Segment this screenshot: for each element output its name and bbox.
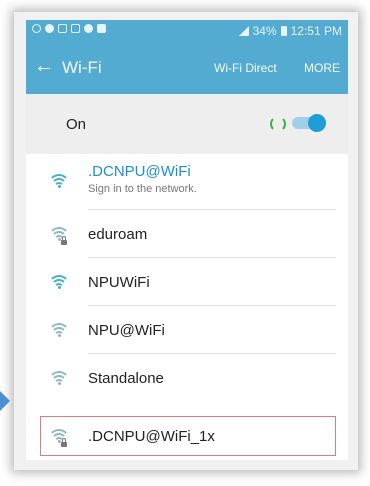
- toggle-knob: [308, 114, 326, 132]
- wifi-signal-icon: [48, 275, 70, 289]
- battery-icon: [280, 26, 287, 36]
- wifi-master-switch-row[interactable]: On: [26, 94, 348, 154]
- facebook-icon: [97, 24, 106, 33]
- page-title: Wi-Fi: [62, 58, 102, 77]
- signal-icon: [238, 26, 249, 36]
- wifi-signal-icon: [48, 174, 70, 188]
- chat-icon: [84, 24, 93, 33]
- status-bar: 34% 12:51 PM: [26, 20, 348, 42]
- network-list: .DCNPU@WiFi Sign in to the network. edur…: [26, 154, 348, 460]
- network-item-npu-at-wifi[interactable]: NPU@WiFi: [26, 306, 348, 354]
- wifi-state-label: On: [66, 116, 87, 133]
- app-bar: ← Wi-Fi Wi-Fi Direct MORE: [26, 42, 348, 94]
- pointer-arrow-icon: [0, 391, 10, 411]
- battery-percent: 34%: [252, 24, 277, 38]
- network-item-npuwifi[interactable]: NPUWiFi: [26, 258, 348, 306]
- lock-icon: [61, 438, 67, 447]
- arrow-back-icon[interactable]: ←: [34, 54, 54, 78]
- network-item-dcnpu-wifi-1x[interactable]: .DCNPU@WiFi_1x: [26, 416, 348, 456]
- wifi-toggle-switch[interactable]: [292, 114, 326, 132]
- network-item-standalone[interactable]: Standalone: [26, 354, 348, 402]
- network-name: Standalone: [88, 370, 164, 387]
- gallery-icon: [58, 24, 67, 33]
- more-button[interactable]: MORE: [304, 61, 340, 75]
- system-icons: 34% 12:51 PM: [238, 24, 342, 38]
- network-status: Sign in to the network.: [88, 183, 197, 195]
- usb-icon: [71, 24, 80, 33]
- network-name: eduroam: [88, 226, 148, 243]
- network-name: NPU@WiFi: [88, 322, 165, 339]
- network-item-dcnpu-wifi[interactable]: .DCNPU@WiFi Sign in to the network.: [26, 154, 348, 210]
- scanning-spinner-icon: [270, 116, 286, 132]
- wifi-direct-button[interactable]: Wi-Fi Direct: [214, 61, 277, 75]
- network-item-eduroam[interactable]: eduroam: [26, 210, 348, 258]
- network-name: .DCNPU@WiFi_1x: [88, 428, 215, 445]
- notification-icons: [32, 24, 106, 33]
- clock: 12:51 PM: [290, 24, 342, 38]
- notification-icon: [32, 24, 41, 33]
- messenger-icon: [45, 24, 54, 33]
- wifi-signal-icon: [48, 371, 70, 385]
- network-name: NPUWiFi: [88, 274, 150, 291]
- network-name: .DCNPU@WiFi: [88, 163, 191, 180]
- phone-screen: 34% 12:51 PM ← Wi-Fi Wi-Fi Direct MORE O…: [26, 20, 348, 460]
- wifi-signal-icon: [48, 323, 70, 337]
- lock-icon: [61, 236, 67, 245]
